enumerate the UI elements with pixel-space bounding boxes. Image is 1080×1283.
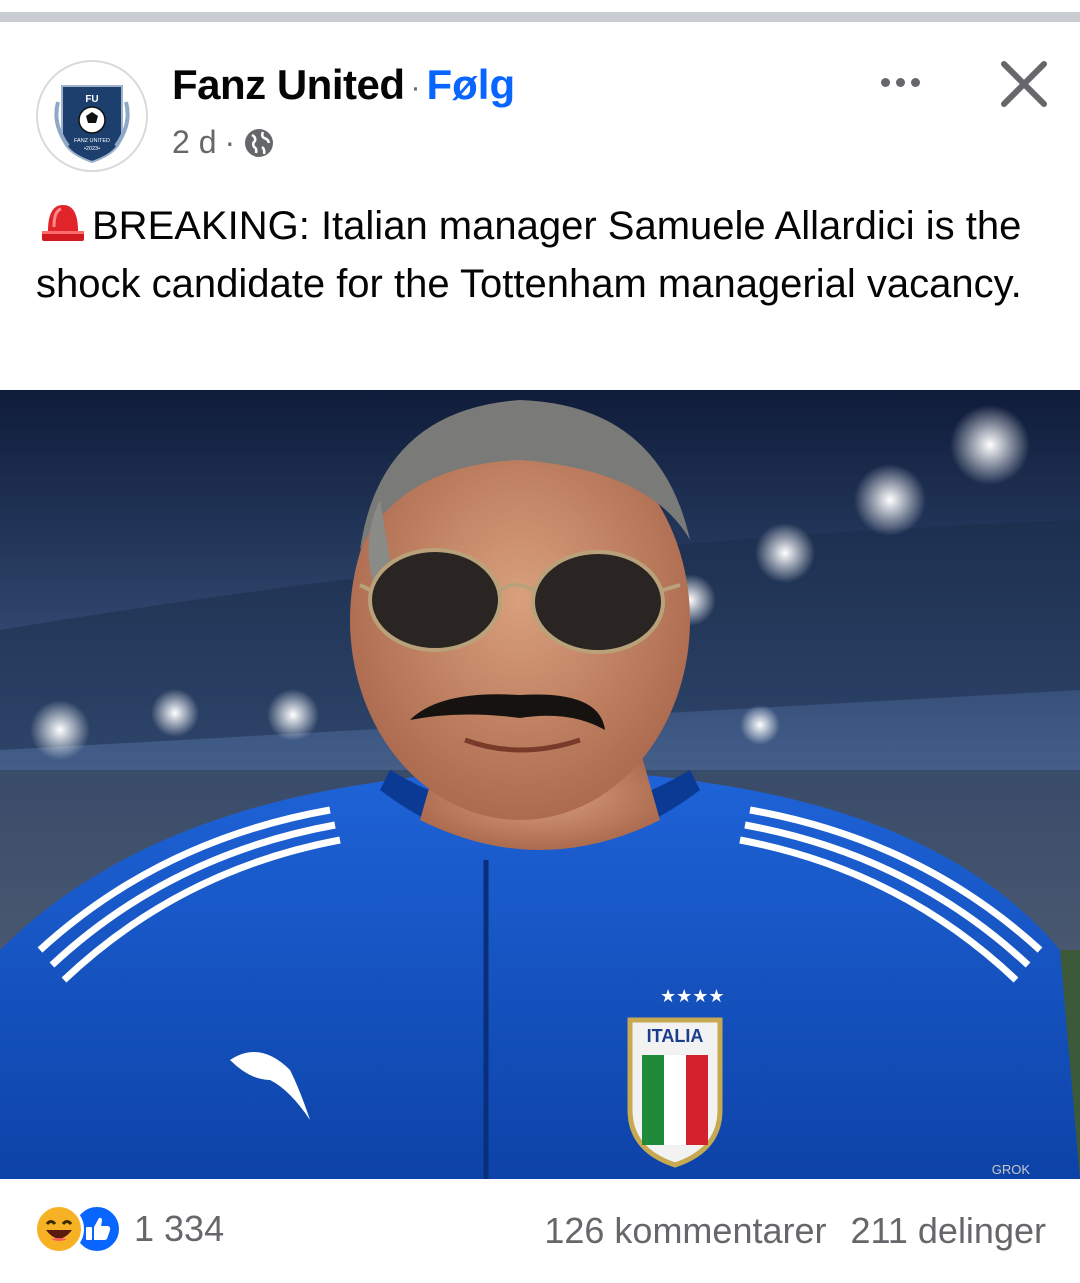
- post-time[interactable]: 2 d: [172, 124, 216, 161]
- reactions-summary[interactable]: 1 334: [34, 1204, 224, 1254]
- close-icon[interactable]: [992, 52, 1056, 116]
- engagement-stats: 126 kommentarer 211 delinger: [544, 1210, 1046, 1252]
- feed-divider: [0, 12, 1080, 22]
- post-author-row: Fanz United · Følg: [172, 62, 515, 111]
- globe-icon: [245, 128, 274, 157]
- post-text: BREAKING: Italian manager Samuele Allard…: [36, 204, 1022, 306]
- post-image[interactable]: ITALIA ★★★★ GROK: [0, 390, 1080, 1179]
- svg-text:ITALIA: ITALIA: [647, 1026, 704, 1046]
- separator-dot: ·: [410, 70, 421, 104]
- svg-text:★★★★: ★★★★: [660, 986, 725, 1007]
- post-footer: 1 334 126 kommentarer 211 delinger: [0, 1190, 1080, 1270]
- post-meta: 2 d ·: [172, 124, 275, 161]
- more-options-icon[interactable]: [868, 62, 932, 102]
- meta-separator: ·: [224, 124, 236, 160]
- svg-text:GROK: GROK: [992, 1162, 1031, 1177]
- siren-icon: [42, 205, 84, 241]
- stadium-portrait-image: ITALIA ★★★★ GROK: [0, 390, 1080, 1179]
- shares-count[interactable]: 211 delinger: [851, 1210, 1047, 1252]
- page-name[interactable]: Fanz United: [172, 61, 405, 108]
- svg-text:FU: FU: [85, 94, 98, 105]
- post-body: BREAKING: Italian manager Samuele Allard…: [36, 197, 1056, 313]
- comments-count[interactable]: 126 kommentarer: [544, 1210, 826, 1252]
- svg-text:FANZ UNITED: FANZ UNITED: [74, 138, 110, 144]
- reaction-count: 1 334: [134, 1208, 225, 1249]
- page-avatar[interactable]: FU FANZ UNITED •2023•: [36, 60, 148, 172]
- follow-button[interactable]: Følg: [427, 61, 516, 108]
- post-header: FU FANZ UNITED •2023• Fanz United · Følg 2…: [0, 22, 1080, 182]
- haha-icon: [34, 1204, 84, 1254]
- svg-text:•2023•: •2023•: [84, 146, 100, 152]
